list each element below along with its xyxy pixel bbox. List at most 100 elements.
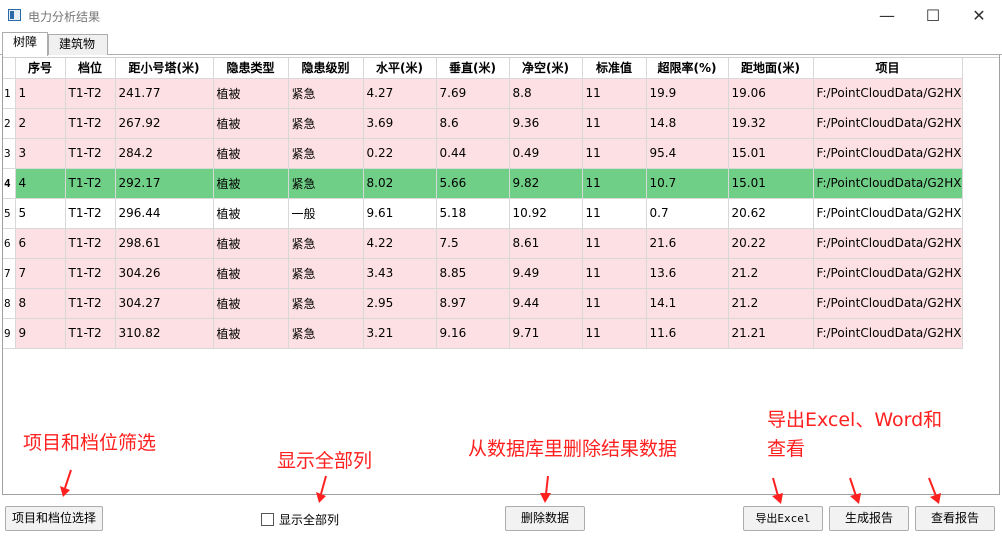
table-cell[interactable]: F:/PointCloudData/G2HX: [813, 78, 963, 109]
table-cell[interactable]: 植被: [213, 228, 289, 259]
table-row[interactable]: 5 5 T1-T2 296.44 植被 一般 9.61 5.18 10.92 11 0.7 20.62…: [3, 198, 963, 229]
table-cell[interactable]: T1-T2: [65, 228, 116, 259]
show-all-columns-toggle[interactable]: 显示全部列: [261, 511, 339, 528]
close-icon[interactable]: ✕: [956, 0, 1002, 31]
table-cell[interactable]: 植被: [213, 78, 289, 109]
table-cell[interactable]: 21.2: [728, 288, 814, 319]
table-row[interactable]: 1 1 T1-T2 241.77 植被 紧急 4.27 7.69 8.8 11 19.9 19.06 F…: [3, 78, 963, 109]
table-row[interactable]: 3 3 T1-T2 284.2 植被 紧急 0.22 0.44 0.49 11 95.4 15.01 F…: [3, 138, 963, 169]
table-cell[interactable]: 植被: [213, 108, 289, 139]
table-cell[interactable]: 8.97: [436, 288, 510, 319]
generate-report-button[interactable]: 生成报告: [829, 506, 909, 531]
table-cell[interactable]: F:/PointCloudData/G2HX: [813, 318, 963, 349]
table-cell[interactable]: 0.7: [646, 198, 729, 229]
table-cell[interactable]: 植被: [213, 198, 289, 229]
table-cell[interactable]: 7.5: [436, 228, 510, 259]
table-row[interactable]: 2 2 T1-T2 267.92 植被 紧急 3.69 8.6 9.36 11 14.8 19.32 F…: [3, 108, 963, 139]
table-cell[interactable]: 19.32: [728, 108, 814, 139]
table-cell[interactable]: T1-T2: [65, 108, 116, 139]
row-header[interactable]: 5: [3, 198, 16, 229]
table-cell[interactable]: 8.6: [436, 108, 510, 139]
table-cell[interactable]: F:/PointCloudData/G2HX: [813, 228, 963, 259]
table-row[interactable]: 9 9 T1-T2 310.82 植被 紧急 3.21 9.16 9.71 11 11.6 21.21…: [3, 318, 963, 349]
row-header[interactable]: 1: [3, 78, 16, 109]
table-cell[interactable]: 284.2: [115, 138, 214, 169]
table-cell[interactable]: T1-T2: [65, 138, 116, 169]
table-cell[interactable]: 0.22: [363, 138, 437, 169]
table-cell[interactable]: 11: [582, 288, 647, 319]
column-header[interactable]: 垂直(米): [436, 58, 510, 79]
table-cell[interactable]: 296.44: [115, 198, 214, 229]
table-cell[interactable]: 11: [582, 108, 647, 139]
minimize-icon[interactable]: —: [864, 0, 910, 31]
table-cell[interactable]: 9.71: [509, 318, 583, 349]
tab-building[interactable]: 建筑物: [48, 34, 108, 55]
table-cell[interactable]: 19.9: [646, 78, 729, 109]
column-header[interactable]: 隐患类型: [213, 58, 289, 79]
table-cell[interactable]: F:/PointCloudData/G2HX: [813, 198, 963, 229]
table-cell[interactable]: 304.27: [115, 288, 214, 319]
table-cell[interactable]: 植被: [213, 168, 289, 199]
column-header[interactable]: 隐患级别: [288, 58, 364, 79]
table-cell[interactable]: 7: [15, 258, 66, 289]
tab-tree-obstacle[interactable]: 树障: [2, 32, 48, 56]
table-cell[interactable]: 3: [15, 138, 66, 169]
table-cell[interactable]: 5.18: [436, 198, 510, 229]
column-header[interactable]: 距小号塔(米): [115, 58, 214, 79]
table-cell[interactable]: 10.7: [646, 168, 729, 199]
table-cell[interactable]: 8: [15, 288, 66, 319]
table-cell[interactable]: 9.82: [509, 168, 583, 199]
table-cell[interactable]: 植被: [213, 258, 289, 289]
view-report-button[interactable]: 查看报告: [915, 506, 995, 531]
table-row[interactable]: 6 6 T1-T2 298.61 植被 紧急 4.22 7.5 8.61 11 21.6 20.22 F…: [3, 228, 963, 259]
maximize-icon[interactable]: ☐: [910, 0, 956, 31]
table-cell[interactable]: 紧急: [288, 138, 364, 169]
table-cell[interactable]: 21.6: [646, 228, 729, 259]
table-cell[interactable]: 15.01: [728, 168, 814, 199]
export-excel-button[interactable]: 导出Excel: [743, 506, 823, 531]
table-cell[interactable]: 11: [582, 318, 647, 349]
table-cell[interactable]: F:/PointCloudData/G2HX: [813, 108, 963, 139]
table-cell[interactable]: 11: [582, 258, 647, 289]
table-cell[interactable]: 14.1: [646, 288, 729, 319]
table-cell[interactable]: 241.77: [115, 78, 214, 109]
delete-data-button[interactable]: 删除数据: [505, 506, 585, 531]
row-header[interactable]: 3: [3, 138, 16, 169]
column-header[interactable]: 水平(米): [363, 58, 437, 79]
table-cell[interactable]: 5.66: [436, 168, 510, 199]
table-cell[interactable]: 6: [15, 228, 66, 259]
table-cell[interactable]: 8.61: [509, 228, 583, 259]
table-cell[interactable]: T1-T2: [65, 318, 116, 349]
table-cell[interactable]: 21.2: [728, 258, 814, 289]
table-cell[interactable]: 9.61: [363, 198, 437, 229]
project-span-select-button[interactable]: 项目和档位选择: [5, 506, 103, 531]
table-cell[interactable]: 3.43: [363, 258, 437, 289]
table-cell[interactable]: 298.61: [115, 228, 214, 259]
table-cell[interactable]: 5: [15, 198, 66, 229]
row-header[interactable]: 7: [3, 258, 16, 289]
table-cell[interactable]: 8.02: [363, 168, 437, 199]
row-header[interactable]: 2: [3, 108, 16, 139]
table-cell[interactable]: T1-T2: [65, 258, 116, 289]
table-cell[interactable]: 267.92: [115, 108, 214, 139]
table-cell[interactable]: 9.44: [509, 288, 583, 319]
column-header[interactable]: 净空(米): [509, 58, 583, 79]
table-cell[interactable]: 植被: [213, 138, 289, 169]
table-cell[interactable]: 20.22: [728, 228, 814, 259]
table-cell[interactable]: 20.62: [728, 198, 814, 229]
table-cell[interactable]: 11: [582, 168, 647, 199]
table-cell[interactable]: 9: [15, 318, 66, 349]
table-cell[interactable]: T1-T2: [65, 288, 116, 319]
column-header[interactable]: 档位: [65, 58, 116, 79]
table-cell[interactable]: 11: [582, 78, 647, 109]
table-cell[interactable]: 11: [582, 138, 647, 169]
table-cell[interactable]: 11.6: [646, 318, 729, 349]
table-cell[interactable]: 紧急: [288, 258, 364, 289]
corner-header[interactable]: [3, 58, 16, 79]
table-cell[interactable]: 2.95: [363, 288, 437, 319]
show-all-columns-checkbox[interactable]: [261, 513, 274, 526]
table-cell[interactable]: T1-T2: [65, 198, 116, 229]
table-cell[interactable]: 292.17: [115, 168, 214, 199]
table-cell[interactable]: F:/PointCloudData/G2HX: [813, 288, 963, 319]
column-header[interactable]: 标准值: [582, 58, 647, 79]
